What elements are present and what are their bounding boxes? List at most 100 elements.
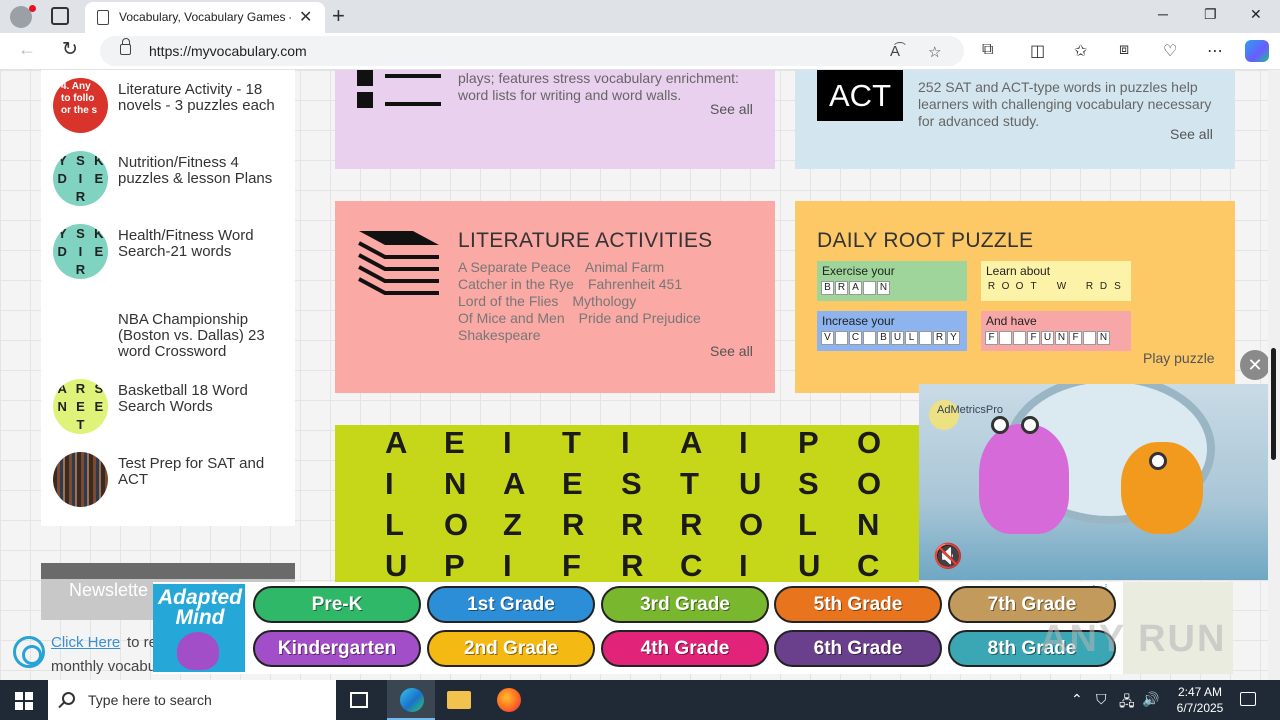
link-mythology[interactable]: Mythology (572, 293, 636, 309)
firefox-taskbar-button[interactable] (485, 680, 533, 720)
split-screen-icon[interactable]: ◫ (1030, 41, 1045, 61)
word-list-card[interactable]: plays; features stress vocabulary enrich… (335, 70, 775, 169)
wordsearch-thumbnail: YSK DIE R (53, 224, 108, 279)
chevron-up-icon[interactable]: ⌃ (1071, 691, 1083, 708)
sidebar-item-label[interactable]: NBA Championship (Boston vs. Dallas) 23 … (118, 312, 288, 360)
address-bar[interactable]: https://myvocabulary.com A͡ ☆ (100, 36, 964, 66)
back-icon[interactable]: ← (18, 39, 36, 60)
read-aloud-icon[interactable]: A͡ (890, 43, 900, 60)
see-all-link[interactable]: See all (710, 343, 753, 359)
extensions-icon[interactable]: ⧉ (982, 41, 993, 59)
new-tab-icon[interactable]: + (332, 3, 345, 29)
sidebar-item-label[interactable]: Literature Activity - 18 novels - 3 puzz… (118, 82, 288, 114)
collections-icon[interactable]: ⧈ (1119, 41, 1129, 59)
link-pride-and-prejudice[interactable]: Pride and Prejudice (579, 310, 701, 326)
link-of-mice-and-men[interactable]: Of Mice and Men (458, 310, 565, 326)
literature-thumbnail: 4. Any to follo or the s (53, 78, 108, 133)
minimize-button[interactable]: ─ (1158, 6, 1168, 22)
link-shakespeare[interactable]: Shakespeare (458, 327, 541, 343)
grade-button-kindergarten[interactable]: Kindergarten (253, 630, 421, 667)
maximize-button[interactable]: ❐ (1204, 6, 1217, 23)
windows-start-icon[interactable] (15, 692, 33, 710)
sidebar-item-nba[interactable]: NBA Championship (Boston vs. Dallas) 23 … (53, 306, 293, 366)
newsletter-icon (13, 636, 45, 668)
adapted-mind-logo[interactable]: Adapted Mind (153, 584, 245, 672)
taskbar-clock[interactable]: 2:47 AM 6/7/2025 (1160, 684, 1240, 716)
performance-icon[interactable]: ♡ (1163, 41, 1177, 61)
grade-button-4th[interactable]: 4th Grade (601, 630, 769, 667)
link-animal-farm[interactable]: Animal Farm (585, 259, 664, 275)
notification-dot (29, 5, 36, 12)
play-puzzle-link[interactable]: Play puzzle (1143, 350, 1215, 366)
root-box-increase[interactable]: Increase your VCBULRY (817, 311, 967, 351)
puzzle-letter: I (621, 425, 630, 460)
grade-button-pre-k[interactable]: Pre-K (253, 586, 421, 623)
taskbar-search-box[interactable]: Type here to search (48, 680, 336, 720)
grade-button-6th[interactable]: 6th Grade (774, 630, 942, 667)
close-ad-button[interactable]: ✕ (1240, 350, 1270, 380)
lock-icon[interactable] (120, 38, 131, 55)
windows-taskbar: Type here to search ⌃ ⛉ 🖧 🔊 2:47 AM 6/7/… (0, 680, 1280, 720)
word-search-banner[interactable]: AEITIAIPOINAESTUSOLOZRRROLNUPIFRCIUC (335, 425, 919, 585)
puzzle-letter: L (798, 507, 817, 542)
edge-taskbar-button[interactable] (387, 680, 435, 720)
puzzle-letter: P (798, 425, 819, 460)
grade-button-5th[interactable]: 5th Grade (774, 586, 942, 623)
volume-icon[interactable]: 🔊 (1142, 691, 1159, 708)
link-fahrenheit-451[interactable]: Fahrenheit 451 (588, 276, 682, 292)
page-scrollbar[interactable] (1268, 70, 1280, 680)
sidebar-item-health[interactable]: YSK DIE R Health/Fitness Word Search-21 … (53, 222, 293, 280)
network-icon[interactable]: 🖧 (1119, 691, 1135, 715)
reload-icon[interactable]: ↻ (62, 38, 78, 61)
scrollbar-thumb[interactable] (1271, 348, 1276, 460)
sidebar-item-test-prep[interactable]: Test Prep for SAT and ACT (53, 450, 293, 508)
url-text[interactable]: https://myvocabulary.com (149, 43, 307, 59)
favorites-icon[interactable]: ✩ (1074, 41, 1087, 61)
video-ad[interactable]: AdMetricsPro 🔇 (919, 384, 1269, 580)
mute-icon[interactable]: 🔇 (933, 542, 963, 571)
task-view-button[interactable] (336, 680, 384, 720)
link-a-separate-peace[interactable]: A Separate Peace (458, 259, 571, 275)
sidebar-item-basketball[interactable]: ARS NEE T Basketball 18 Word Search Word… (53, 377, 293, 435)
book-stack-icon (358, 231, 439, 295)
close-window-button[interactable]: ✕ (1250, 6, 1262, 23)
root-box-fun[interactable]: And have FFUNFN (981, 311, 1131, 351)
browser-tab[interactable]: Vocabulary, Vocabulary Games - ✕ (85, 2, 325, 33)
clock-date: 6/7/2025 (1176, 701, 1224, 715)
sidebar-item-label[interactable]: Basketball 18 Word Search Words (118, 383, 288, 415)
see-all-link[interactable]: See all (710, 101, 753, 117)
file-explorer-button[interactable] (435, 680, 483, 720)
adapted-mind-ad[interactable]: Adapted Mind ▷ ⁞ Pre-K 1st Grade 3rd Gra… (153, 582, 1123, 674)
favorite-icon[interactable]: ☆ (928, 43, 941, 61)
link-lord-of-the-flies[interactable]: Lord of the Flies (458, 293, 558, 309)
sidebar-item-label[interactable]: Health/Fitness Word Search-21 words (118, 228, 288, 260)
search-placeholder[interactable]: Type here to search (88, 692, 212, 708)
literature-activities-card[interactable]: LITERATURE ACTIVITIES A Separate Peace An… (335, 201, 775, 393)
security-icon[interactable]: ⛉ (1096, 691, 1107, 708)
root-box-learn[interactable]: Learn about ROOTWRDS (981, 261, 1131, 301)
daily-root-puzzle-card[interactable]: DAILY ROOT PUZZLE Exercise your BRAN Lea… (795, 201, 1235, 393)
grade-button-2nd[interactable]: 2nd Grade (427, 630, 595, 667)
link-catcher-in-the-rye[interactable]: Catcher in the Rye (458, 276, 574, 292)
root-box-exercise[interactable]: Exercise your BRAN (817, 261, 967, 301)
grade-button-1st[interactable]: 1st Grade (427, 586, 595, 623)
sidebar-item-label[interactable]: Test Prep for SAT and ACT (118, 456, 288, 488)
sidebar-item-label[interactable]: Nutrition/Fitness 4 puzzles & lesson Pla… (118, 155, 288, 187)
wordsearch-thumbnail: YSK DIE R (53, 151, 108, 206)
sat-act-card[interactable]: ACT 252 SAT and ACT-type words in puzzle… (795, 70, 1235, 169)
puzzle-letter: E (444, 425, 465, 460)
puzzle-letter: A (385, 425, 408, 460)
grade-button-3rd[interactable]: 3rd Grade (601, 586, 769, 623)
notification-icon[interactable] (1240, 692, 1256, 706)
close-icon[interactable]: ✕ (299, 7, 312, 27)
copilot-icon[interactable] (1245, 40, 1269, 62)
see-all-link[interactable]: See all (1170, 126, 1213, 142)
card-title: DAILY ROOT PUZZLE (817, 229, 1034, 252)
more-icon[interactable]: ⋯ (1207, 41, 1223, 61)
newsletter-link[interactable]: Click Here (51, 634, 120, 651)
puzzle-letter: A (680, 425, 703, 460)
sidebar-item-nutrition[interactable]: YSK DIE R Nutrition/Fitness 4 puzzles & … (53, 149, 293, 207)
tabs-icon[interactable] (51, 7, 69, 25)
sidebar-item-literature[interactable]: 4. Any to follo or the s Literature Acti… (53, 76, 293, 134)
firefox-icon (497, 688, 521, 712)
